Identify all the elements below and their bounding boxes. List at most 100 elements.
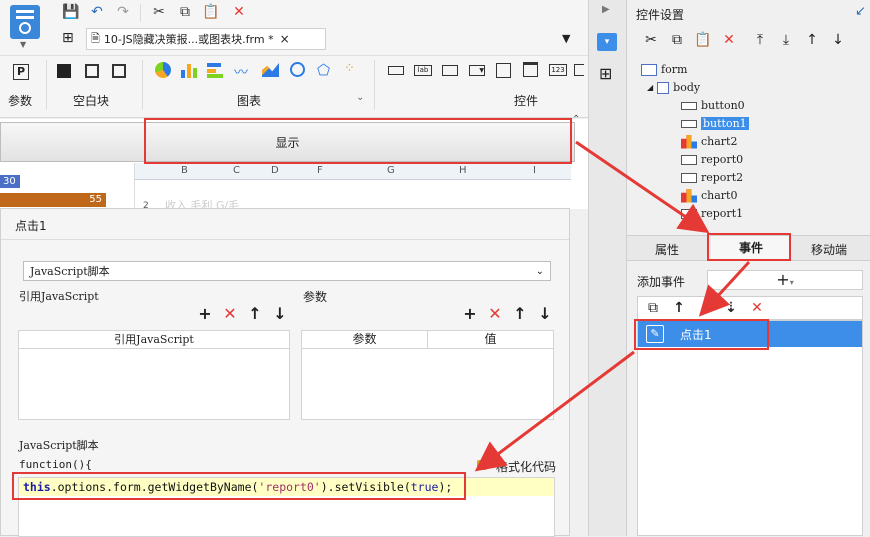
paste-icon[interactable]: 📋	[694, 31, 712, 49]
params-label: 参数	[303, 290, 328, 304]
button-icon	[681, 101, 697, 110]
tab-layout-icon[interactable]	[112, 64, 126, 78]
column-header: B	[181, 165, 188, 176]
script-type-select[interactable]: JavaScript脚本 ⌄	[23, 261, 551, 281]
function-header: function(){	[19, 458, 92, 471]
tab-mobile[interactable]: 移动端	[811, 241, 847, 258]
radar-icon[interactable]: ⬠	[317, 61, 330, 79]
button-widget-icon[interactable]	[388, 66, 404, 75]
params-table[interactable]: 参数 值	[301, 330, 554, 420]
date-widget-icon[interactable]	[523, 62, 538, 77]
column-header: D	[271, 165, 279, 176]
tree-node-form[interactable]: form	[641, 61, 687, 78]
combobox-widget-icon[interactable]: ▼	[469, 65, 485, 76]
tree-node-chart2[interactable]: chart2	[681, 133, 737, 150]
area-chart-icon[interactable]	[262, 63, 279, 77]
report-icon	[681, 154, 697, 165]
event-list: ✎ 点击1	[637, 320, 863, 536]
app-logo-icon[interactable]	[10, 5, 40, 39]
tree-node-report2[interactable]: report2	[681, 169, 743, 186]
move-up-param-icon[interactable]: ↑	[512, 304, 528, 323]
script-label: JavaScript脚本	[19, 439, 99, 452]
undo-icon[interactable]: ↶	[88, 3, 106, 21]
add-ref-icon[interactable]: +	[197, 304, 213, 323]
bar-blue: 30	[0, 175, 20, 188]
add-event-label: 添加事件	[637, 275, 686, 289]
delete-icon[interactable]: ✕	[230, 3, 248, 21]
copy-event-icon[interactable]: ⧉	[644, 299, 662, 317]
delete-icon[interactable]: ✕	[720, 31, 738, 49]
cut-icon[interactable]: ✂	[150, 3, 168, 21]
move-down-icon[interactable]: ↓	[829, 31, 847, 49]
grid-icon[interactable]: ⊞	[62, 30, 80, 48]
tree-node-chart0[interactable]: chart0	[681, 187, 737, 204]
tab-menu-icon[interactable]: ▼	[562, 32, 570, 45]
layout-tab-icon[interactable]: ⊞	[599, 64, 612, 83]
pin-icon[interactable]: ↙	[855, 4, 866, 19]
expand-right-icon[interactable]: ▶	[602, 4, 610, 15]
delete-event-icon[interactable]: ✕	[748, 299, 766, 317]
list-widget-icon[interactable]	[496, 63, 511, 78]
bar-orange: 55	[0, 193, 106, 207]
move-down-param-icon[interactable]: ↓	[537, 304, 553, 323]
textfield-widget-icon[interactable]	[442, 65, 458, 76]
move-up-event-icon[interactable]: ↑	[670, 299, 688, 317]
format-code-button[interactable]: 格式化代码	[496, 458, 556, 475]
cut-icon[interactable]: ✂	[642, 31, 660, 49]
tree-node-button0[interactable]: button0	[681, 97, 745, 114]
document-icon: 🗎	[91, 31, 100, 45]
paste-icon[interactable]: 📋	[202, 3, 220, 21]
panel-title: 控件设置	[636, 8, 685, 22]
scatter-icon[interactable]: ⁘	[344, 61, 355, 76]
add-param-icon[interactable]: +	[462, 304, 478, 323]
add-event-button[interactable]: +▾	[707, 270, 863, 290]
split-layout-icon[interactable]	[85, 64, 99, 78]
move-bottom-event-icon[interactable]: ⇣	[722, 299, 740, 317]
column-header: F	[317, 165, 323, 176]
save-icon[interactable]: 💾	[62, 3, 80, 21]
remove-param-icon[interactable]: ✕	[487, 304, 503, 323]
horizontal-bar-icon[interactable]	[207, 62, 225, 78]
move-up-icon[interactable]: ↑	[803, 31, 821, 49]
highlight-event-item	[634, 319, 769, 350]
move-top-icon[interactable]: ⤒	[751, 31, 769, 49]
document-tab[interactable]: 🗎 10-JS隐藏决策报...或图表块.frm * ×	[86, 28, 326, 50]
tab-properties[interactable]: 属性	[655, 241, 679, 258]
tree-node-body[interactable]: ◢ body	[647, 79, 700, 96]
absolute-layout-icon[interactable]	[57, 64, 71, 78]
bar-chart-icon[interactable]	[180, 62, 198, 78]
script-type-value: JavaScript脚本	[30, 265, 110, 278]
label-widget-icon[interactable]: lab	[414, 65, 432, 76]
column-header: I	[533, 165, 536, 176]
gauge-icon[interactable]	[290, 62, 305, 77]
move-down-event-icon[interactable]: ↓	[696, 299, 714, 317]
number-widget-icon[interactable]: 123	[549, 64, 567, 76]
copy-icon[interactable]: ⧉	[668, 31, 686, 49]
param-icon[interactable]: P	[13, 64, 29, 80]
close-icon[interactable]: ×	[280, 32, 290, 46]
param-column: 参数	[302, 331, 428, 349]
line-chart-icon[interactable]: 〰	[234, 62, 248, 82]
tree-node-button1[interactable]: button1	[681, 115, 749, 132]
chart-expand-icon[interactable]: ⌄	[356, 92, 364, 103]
chart-icon	[681, 134, 697, 149]
remove-ref-icon[interactable]: ✕	[222, 304, 238, 323]
app-menu-chevron-icon[interactable]: ▼	[20, 40, 26, 49]
tree-node-report1[interactable]: report1	[681, 205, 743, 222]
copy-icon[interactable]: ⧉	[176, 3, 194, 21]
move-bottom-icon[interactable]: ⤓	[777, 31, 795, 49]
redo-icon[interactable]: ↷	[114, 3, 132, 21]
report-icon	[681, 172, 697, 183]
group-params-label: 参数	[8, 94, 33, 108]
more-widget-icon[interactable]	[574, 64, 584, 76]
format-code-icon[interactable]	[477, 460, 487, 470]
pie-chart-icon[interactable]	[155, 62, 171, 78]
tree-node-report0[interactable]: report0	[681, 151, 743, 168]
event-toolbar: ⧉ ↑ ↓ ⇣ ✕	[637, 296, 863, 320]
side-toolstrip: ▶ ▾ ⊞	[588, 0, 626, 536]
ref-js-table[interactable]: 引用JavaScript	[18, 330, 290, 420]
highlight-code-line	[12, 472, 466, 500]
move-down-ref-icon[interactable]: ↓	[272, 304, 288, 323]
move-up-ref-icon[interactable]: ↑	[247, 304, 263, 323]
widget-settings-tab[interactable]: ▾	[597, 33, 617, 51]
